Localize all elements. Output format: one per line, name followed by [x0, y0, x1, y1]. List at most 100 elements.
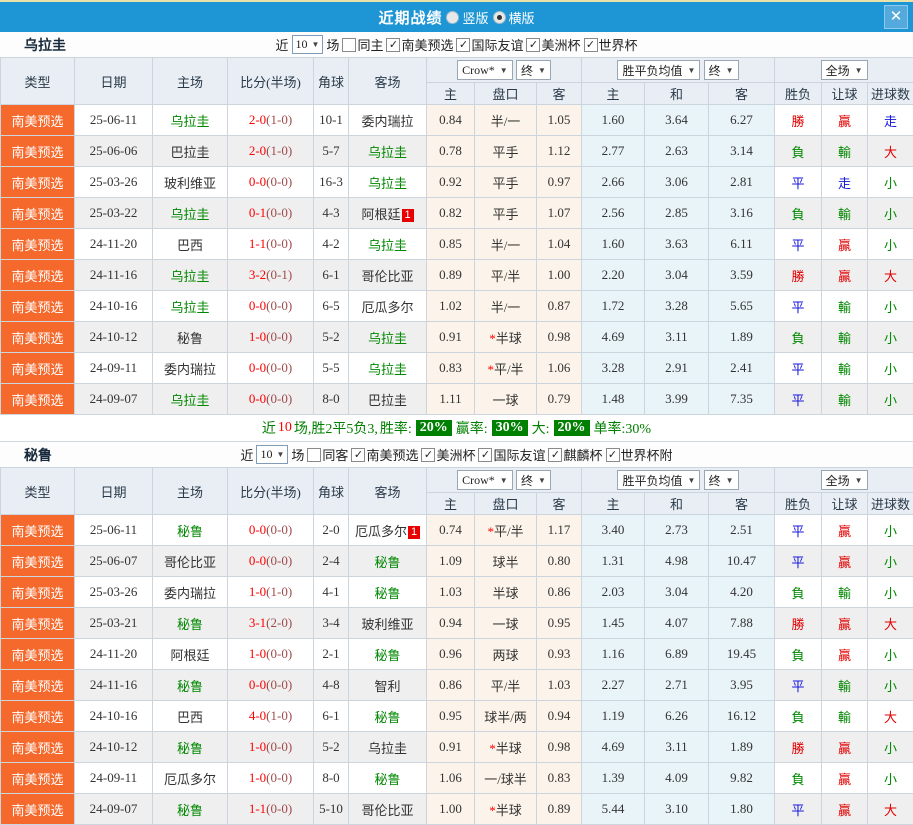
avg-away-cell: 3.16: [709, 198, 775, 229]
score-cell: 1-1(0-0): [228, 794, 314, 825]
goals-result-cell: 小: [868, 229, 913, 260]
away-team-cell: 秘鲁: [349, 639, 427, 670]
sub-header-6: 客: [709, 493, 775, 515]
avg-time-select[interactable]: 终▼: [704, 470, 739, 490]
avg-home-cell: 1.31: [582, 546, 645, 577]
home-team-cell: 秘鲁: [153, 670, 228, 701]
avg-home-cell: 1.16: [582, 639, 645, 670]
away-team-cell: 秘鲁: [349, 763, 427, 794]
avg-away-cell: 2.81: [709, 167, 775, 198]
halftime-score: (0-0): [266, 205, 292, 220]
score-cell: 1-0(0-0): [228, 732, 314, 763]
avg-odds-select[interactable]: 胜平负均值▼: [617, 60, 700, 80]
team-name: 秘鲁: [177, 741, 203, 756]
close-button[interactable]: ✕: [884, 5, 908, 29]
handicap-value: 半球: [496, 741, 522, 756]
col-header-5: 角球: [314, 468, 349, 515]
competition-checkbox-1[interactable]: ✓南美预选: [351, 445, 418, 464]
match-row: 南美预选24-10-16巴西4-0(1-0)6-1秘鲁0.95球半/两0.941…: [1, 701, 913, 732]
odds-group-header: Crow*▼ 终▼: [427, 468, 582, 493]
away-team-cell: 厄瓜多尔: [349, 291, 427, 322]
chevron-down-icon: ▼: [726, 476, 734, 485]
match-count-select[interactable]: 10▼: [292, 35, 324, 54]
team-name: 秘鲁: [177, 803, 203, 818]
away-team-cell: 阿根廷1: [349, 198, 427, 229]
competition-checkbox-3[interactable]: ✓国际友谊: [478, 445, 545, 464]
competition-checkbox-2[interactable]: ✓美洲杯: [421, 445, 475, 464]
away-team-cell: 秘鲁: [349, 546, 427, 577]
match-row: 南美预选24-09-11厄瓜多尔1-0(0-0)8-0秘鲁1.06一/球半0.8…: [1, 763, 913, 794]
date-cell: 25-03-21: [75, 608, 153, 639]
handicap-result-cell: 輸: [822, 670, 868, 701]
fulltime-select[interactable]: 全场▼: [821, 470, 868, 490]
away-odds-cell: 1.06: [537, 353, 582, 384]
handicap-value: 半球: [496, 803, 522, 818]
team-name: 厄瓜多尔: [361, 300, 413, 315]
halftime-score: (0-0): [266, 391, 292, 406]
away-team-cell: 巴拉圭: [349, 384, 427, 415]
odds-time-select[interactable]: 终▼: [516, 60, 551, 80]
fulltime-select[interactable]: 全场▼: [821, 60, 868, 80]
match-type-cell: 南美预选: [1, 701, 75, 732]
away-team-cell: 乌拉圭: [349, 732, 427, 763]
goals-result-cell: 小: [868, 515, 913, 546]
avg-odds-select[interactable]: 胜平负均值▼: [617, 470, 700, 490]
avg-draw-cell: 2.91: [645, 353, 709, 384]
date-cell: 25-03-26: [75, 577, 153, 608]
match-count-select[interactable]: 10▼: [256, 445, 288, 464]
odds-time-select[interactable]: 终▼: [516, 470, 551, 490]
competition-checkbox-4[interactable]: ✓麒麟杯: [548, 445, 602, 464]
competition-checkbox-1[interactable]: ✓南美预选: [386, 35, 453, 54]
avg-draw-cell: 6.26: [645, 701, 709, 732]
section-team-title: 秘鲁: [24, 445, 52, 465]
checkbox-checked-icon: ✓: [456, 38, 470, 52]
competition-checkbox-4[interactable]: ✓世界杯: [584, 35, 638, 54]
result-cell: 勝: [775, 105, 822, 136]
checkbox-checked-icon: ✓: [526, 38, 540, 52]
col-header-1: 类型: [1, 58, 75, 105]
col-header-2: 日期: [75, 58, 153, 105]
corner-cell: 6-1: [314, 701, 349, 732]
bookmaker-select[interactable]: Crow*▼: [457, 60, 513, 80]
sections-container: 乌拉圭近10▼场同主✓南美预选✓国际友谊✓美洲杯✓世界杯类型日期主场比分(半场)…: [0, 32, 913, 825]
title-group: 近期战绩 竖版 横版: [378, 7, 534, 28]
score-cell: 0-0(0-0): [228, 384, 314, 415]
checkbox-checked-icon: ✓: [548, 448, 562, 462]
match-count-value: 10: [296, 37, 308, 52]
fulltime-score: 0-0: [249, 298, 266, 313]
date-cell: 25-06-11: [75, 515, 153, 546]
corner-cell: 8-0: [314, 763, 349, 794]
result-cell: 負: [775, 136, 822, 167]
team-name: 秘鲁: [177, 679, 203, 694]
competition-checkbox-2[interactable]: ✓国际友谊: [456, 35, 523, 54]
layout-radio-vertical[interactable]: 竖版: [446, 8, 488, 27]
home-team-cell: 哥伦比亚: [153, 546, 228, 577]
layout-radio-horizontal[interactable]: 横版: [493, 8, 535, 27]
bookmaker-select[interactable]: Crow*▼: [457, 470, 513, 490]
handicap-cell: 两球: [475, 639, 537, 670]
match-row: 南美预选25-03-22乌拉圭0-1(0-0)4-3阿根廷10.82平手1.07…: [1, 198, 913, 229]
match-row: 南美预选24-10-12秘鲁1-0(0-0)5-2乌拉圭0.91*半球0.984…: [1, 732, 913, 763]
summary-badge: 20%: [416, 420, 452, 436]
same-venue-checkbox[interactable]: 同客: [307, 445, 348, 464]
sub-header-1: 主: [427, 493, 475, 515]
score-cell: 0-0(0-0): [228, 353, 314, 384]
match-row: 南美预选25-03-26玻利维亚0-0(0-0)16-3乌拉圭0.92平手0.9…: [1, 167, 913, 198]
date-cell: 25-06-06: [75, 136, 153, 167]
goals-result-cell: 小: [868, 167, 913, 198]
avg-time-select[interactable]: 终▼: [704, 60, 739, 80]
sub-header-8: 让球: [822, 493, 868, 515]
summary-row: 近10场,胜2平5负3, 胜率: 20% 赢率: 30% 大: 20% 单率:3…: [0, 415, 913, 441]
col-header-3: 主场: [153, 468, 228, 515]
result-cell: 平: [775, 670, 822, 701]
home-team-cell: 秘鲁: [153, 515, 228, 546]
handicap-cell: *半球: [475, 732, 537, 763]
home-odds-cell: 0.74: [427, 515, 475, 546]
match-type-cell: 南美预选: [1, 639, 75, 670]
date-cell: 24-10-12: [75, 322, 153, 353]
competition-checkbox-5[interactable]: ✓世界杯附: [606, 445, 673, 464]
competition-checkbox-3[interactable]: ✓美洲杯: [526, 35, 580, 54]
handicap-result-cell: 贏: [822, 763, 868, 794]
same-venue-checkbox[interactable]: 同主: [342, 35, 383, 54]
goals-result-cell: 小: [868, 353, 913, 384]
